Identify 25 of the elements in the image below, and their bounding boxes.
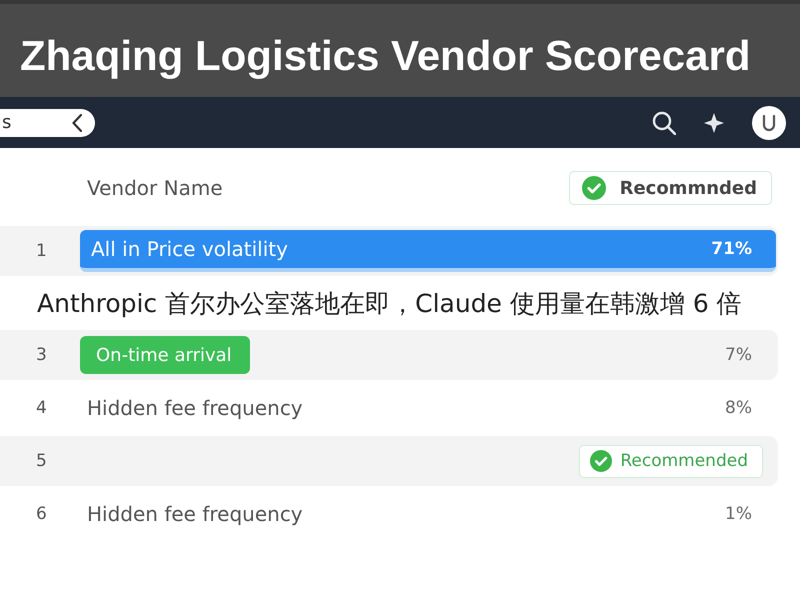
vendor-name: All in Price volatility — [91, 237, 288, 261]
sidebar-toggle[interactable]: s — [0, 108, 95, 136]
check-circle-icon — [582, 176, 606, 200]
check-circle-icon — [590, 450, 612, 472]
score-value: 7% — [725, 345, 752, 365]
row-number: 5 — [36, 451, 47, 471]
score-value: 1% — [725, 504, 752, 524]
column-header: Vendor Name — [87, 176, 223, 200]
score-value: 8% — [725, 398, 752, 418]
search-icon[interactable] — [652, 110, 676, 134]
avatar-icon[interactable] — [752, 106, 786, 140]
vendor-name: Hidden fee frequency — [87, 502, 303, 526]
chevron-left-icon[interactable] — [72, 114, 82, 132]
status-tag: On-time arrival — [80, 336, 250, 374]
row-number: 1 — [36, 241, 47, 261]
sparkle-icon[interactable] — [704, 112, 724, 132]
row-number: 3 — [36, 345, 47, 365]
window-title: Zhaqing Logistics Vendor Scorecard — [20, 32, 750, 80]
badge-label: Recommnded — [620, 178, 757, 198]
vendor-name: Hidden fee frequency — [87, 396, 303, 420]
row-number: 6 — [36, 504, 47, 524]
score-value: 71% — [711, 239, 752, 259]
caption-text: Anthropic 首尔办公室落地在即，Claude 使用量在韩激增 6 倍 — [37, 288, 742, 320]
row-number: 4 — [36, 398, 47, 418]
badge-label: Recommended — [620, 451, 748, 471]
